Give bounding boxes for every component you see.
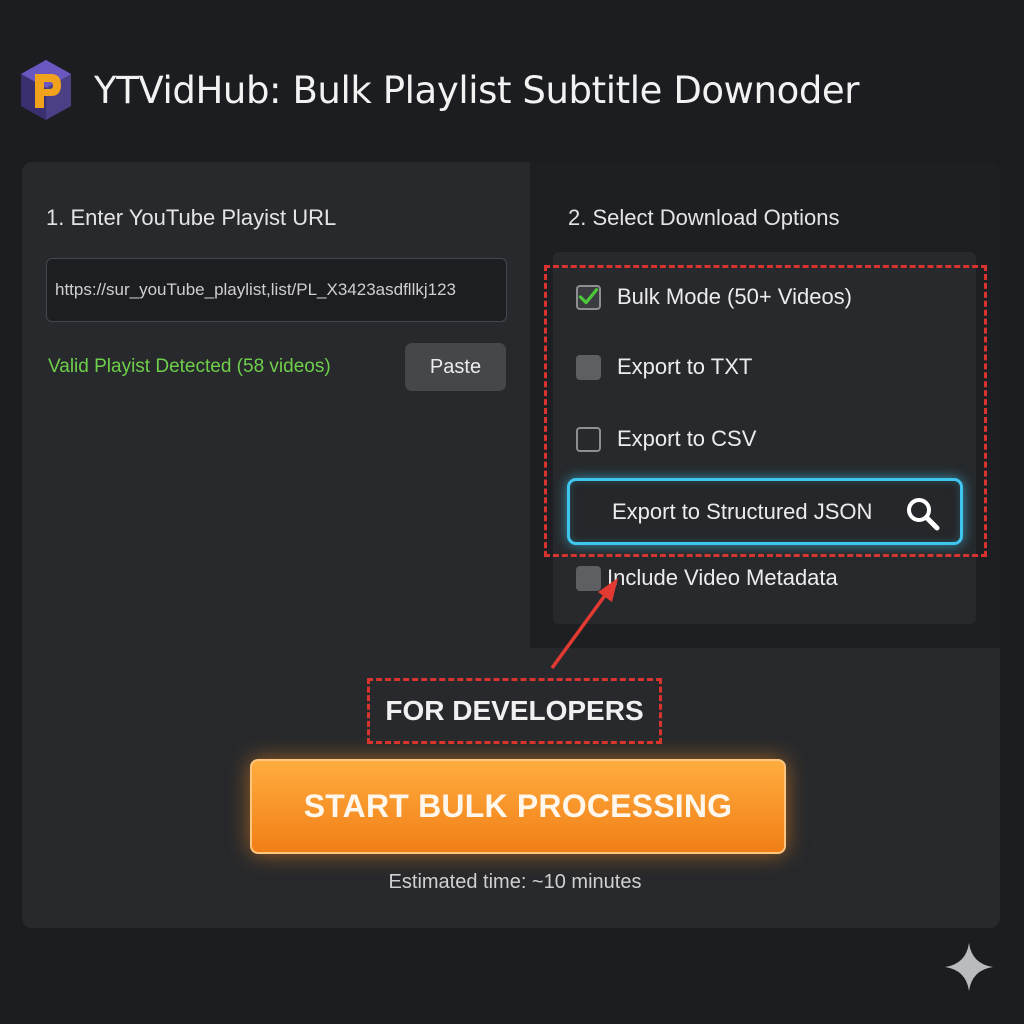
playlist-url-input[interactable] bbox=[46, 258, 507, 322]
logo-icon bbox=[21, 60, 71, 120]
app-header: YTVidHub: Bulk Playlist Subtitle Downode… bbox=[18, 58, 859, 122]
export-txt-label: Export to TXT bbox=[617, 354, 753, 379]
search-icon[interactable] bbox=[904, 495, 942, 533]
export-json-label: Export to Structured JSON bbox=[612, 498, 873, 524]
paste-button[interactable]: Paste bbox=[405, 343, 506, 391]
option-export-json[interactable]: Export to Structured JSON bbox=[567, 478, 963, 545]
estimated-time: Estimated time: ~10 minutes bbox=[388, 871, 642, 893]
export-txt-checkbox[interactable] bbox=[576, 354, 601, 380]
app-title: YTVidHub: Bulk Playlist Subtitle Downode… bbox=[94, 68, 860, 112]
sparkle-icon bbox=[945, 943, 993, 991]
developers-label: FOR DEVELOPERS bbox=[385, 695, 644, 726]
option-bulk-mode[interactable]: Bulk Mode (50+ Videos) bbox=[576, 284, 852, 310]
start-bulk-processing-button[interactable]: START BULK PROCESSING bbox=[250, 759, 786, 854]
url-section-title: 1. Enter YouTube Playist URL bbox=[46, 205, 337, 230]
include-metadata-label: Include Video Metadata bbox=[607, 565, 838, 590]
bulk-mode-label: Bulk Mode (50+ Videos) bbox=[617, 284, 853, 309]
bulk-mode-checkbox[interactable] bbox=[576, 284, 601, 310]
export-csv-label: Export to CSV bbox=[617, 426, 757, 451]
check-icon bbox=[578, 288, 599, 305]
export-csv-checkbox[interactable] bbox=[576, 426, 601, 452]
option-export-txt[interactable]: Export to TXT bbox=[576, 354, 752, 380]
options-section-title: 2. Select Download Options bbox=[568, 205, 840, 230]
playlist-status-text: Valid Playist Detected (58 videos) bbox=[48, 356, 331, 377]
option-export-csv[interactable]: Export to CSV bbox=[576, 426, 756, 452]
arrow-icon bbox=[550, 578, 618, 670]
